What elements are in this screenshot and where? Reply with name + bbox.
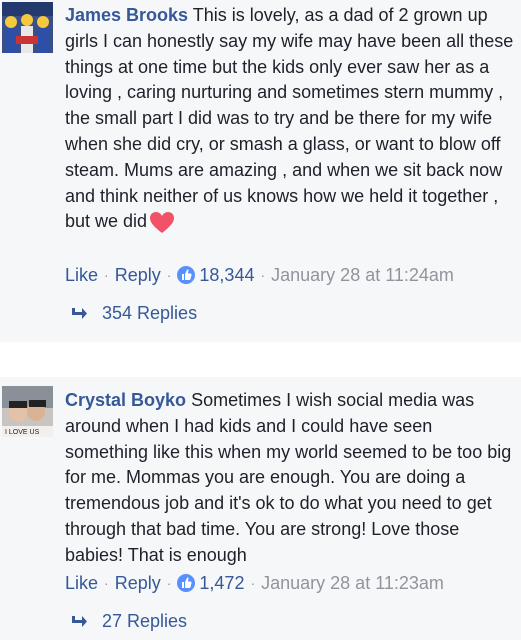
separator-dot: · xyxy=(260,267,266,283)
separator-dot: · xyxy=(250,575,256,591)
avatar[interactable]: I LOVE US xyxy=(2,386,53,437)
separator-dot: · xyxy=(104,575,109,591)
reply-arrow-icon xyxy=(70,305,88,321)
comment-timestamp[interactable]: January 28 at 11:24am xyxy=(271,264,454,286)
comment-actions: Like · Reply · 1,472 · January 28 at 11:… xyxy=(65,572,444,594)
comment-body: James Brooks This is lovely, as a dad of… xyxy=(65,3,515,235)
comment-actions: Like · Reply · 18,344 · January 28 at 11… xyxy=(65,264,454,286)
reaction-count[interactable]: 18,344 xyxy=(199,264,254,286)
reply-link[interactable]: Reply xyxy=(115,264,161,286)
avatar[interactable] xyxy=(2,2,53,53)
comment-card: James Brooks This is lovely, as a dad of… xyxy=(0,0,521,342)
thumbs-up-icon[interactable] xyxy=(177,574,196,592)
comment-timestamp[interactable]: January 28 at 11:23am xyxy=(261,572,444,594)
view-replies-link[interactable]: 27 Replies xyxy=(70,610,187,632)
reaction-count[interactable]: 1,472 xyxy=(199,572,244,594)
reply-link[interactable]: Reply xyxy=(115,572,161,594)
view-replies-link[interactable]: 354 Replies xyxy=(70,302,197,324)
thumbs-up-icon[interactable] xyxy=(177,266,196,284)
comment-author-link[interactable]: Crystal Boyko xyxy=(65,390,186,410)
comment-card: I LOVE US Crystal Boyko Sometimes I wish… xyxy=(0,377,521,640)
separator-dot: · xyxy=(104,267,109,283)
like-link[interactable]: Like xyxy=(65,572,98,594)
separator-dot: · xyxy=(166,267,172,283)
like-link[interactable]: Like xyxy=(65,264,98,286)
comment-text: Sometimes I wish social media was around… xyxy=(65,390,512,565)
comment-author-link[interactable]: James Brooks xyxy=(65,5,188,25)
heart-icon xyxy=(149,211,175,235)
replies-count-label: 27 Replies xyxy=(102,611,188,631)
reply-arrow-icon xyxy=(70,613,88,629)
comment-body: Crystal Boyko Sometimes I wish social me… xyxy=(65,388,515,569)
avatar-caption: I LOVE US xyxy=(5,429,40,436)
replies-count-label: 354 Replies xyxy=(102,303,198,323)
comment-text: This is lovely, as a dad of 2 grown up g… xyxy=(65,5,514,232)
separator-dot: · xyxy=(166,575,172,591)
